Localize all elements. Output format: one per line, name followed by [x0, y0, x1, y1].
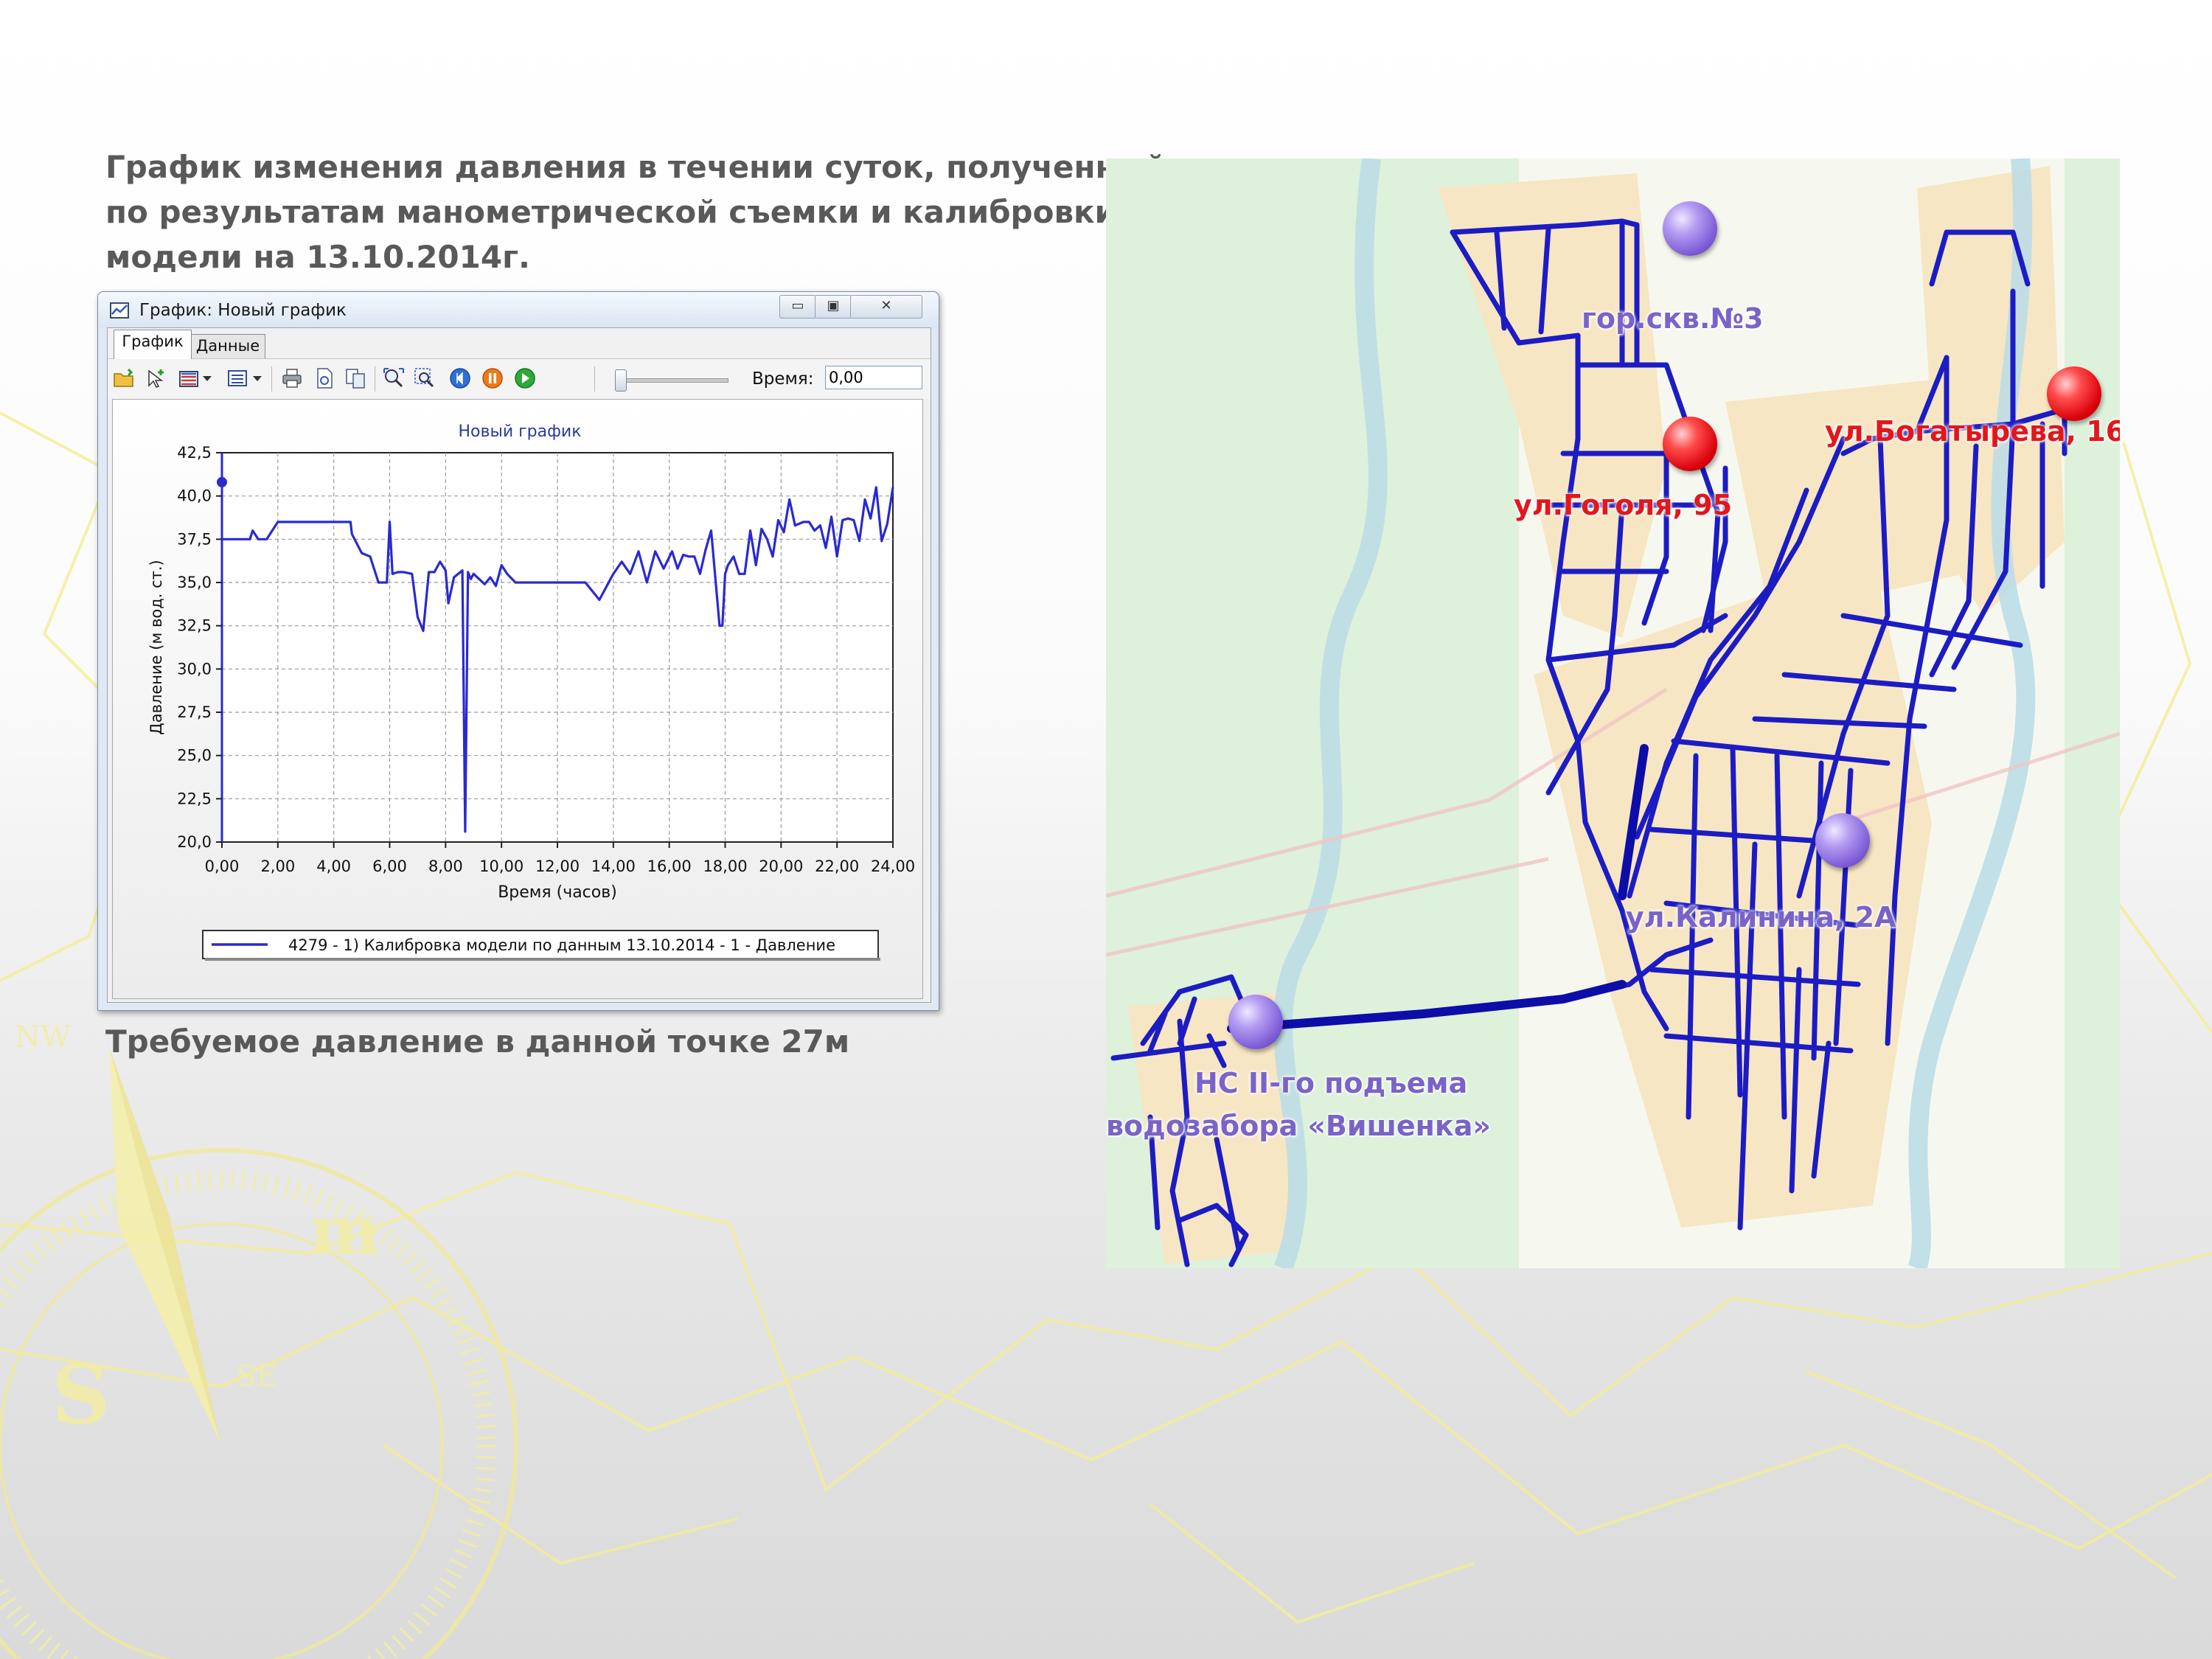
printer-icon[interactable]	[280, 366, 304, 390]
close-button[interactable]: ✕	[850, 295, 922, 319]
y-tick-label: 25,0	[177, 747, 212, 765]
y-tick-label: 32,5	[177, 617, 212, 635]
y-tick-label: 30,0	[177, 660, 212, 678]
svg-text:m: m	[310, 1192, 380, 1270]
page-setup-icon[interactable]	[313, 366, 336, 390]
chevron-down-icon[interactable]	[251, 366, 264, 390]
copy-icon[interactable]	[344, 366, 367, 390]
x-tick-label: 0,00	[205, 858, 240, 875]
x-tick-label: 24,00	[871, 858, 915, 875]
toolbar-separator	[594, 366, 595, 392]
required-pressure-note: Требуемое давление в данной точке 27м	[105, 1023, 850, 1060]
svg-text:SE: SE	[236, 1360, 278, 1394]
y-tick-label: 42,5	[177, 444, 212, 462]
add-pointer-icon[interactable]	[145, 366, 168, 390]
x-tick-label: 6,00	[372, 858, 407, 875]
legend: 4279 - 1) Калибровка модели по данным 13…	[202, 930, 880, 961]
pause-icon[interactable]	[481, 366, 504, 390]
zoom-fit-icon[interactable]	[382, 366, 406, 390]
map-label-ns-line2: водозабора «Вишенка»	[1106, 1110, 1491, 1142]
y-tick-label: 40,0	[177, 487, 212, 505]
map-marker-bogatyreva[interactable]	[2047, 366, 2101, 421]
time-label: Время:	[752, 369, 814, 389]
y-tick-label: 20,0	[177, 833, 212, 851]
series-start-marker	[217, 476, 227, 487]
map-label-gogolya: ул.Гоголя, 95	[1514, 489, 1733, 521]
tab-data[interactable]: Данные	[190, 334, 265, 358]
window-client-area: График Данные Время: 0,00 Новый график 2…	[107, 327, 931, 1003]
pressure-chart: Новый график 20,0 22,5 25,0 27,5 30,0 32,5 35,…	[147, 422, 915, 961]
map-label-gor-skv-3: гор.скв.№3	[1582, 302, 1764, 335]
legend-entry: 4279 - 1) Калибровка модели по данным 13…	[288, 936, 835, 954]
rewind-icon[interactable]	[448, 366, 472, 390]
heading-line: График изменения давления в течении суто…	[105, 149, 1166, 185]
x-tick-label: 18,00	[703, 858, 747, 875]
tab-graph[interactable]: График	[114, 330, 192, 359]
graph-window: График: Новый график ▭ ▣ ✕ График Данные	[97, 291, 939, 1011]
map-marker-gor-skv-3[interactable]	[1663, 201, 1717, 256]
window-title: График: Новый график	[139, 301, 347, 320]
chart-area: Новый график 20,0 22,5 25,0 27,5 30,0 32,5 35,…	[112, 399, 923, 999]
x-tick-label: 14,00	[591, 858, 636, 875]
tab-strip: График Данные	[108, 328, 931, 359]
heading-line: по результатам манометрической съемки и …	[105, 194, 1116, 230]
minimize-button[interactable]: ▭	[779, 295, 816, 319]
graph-app-icon	[110, 302, 129, 319]
y-tick-label: 37,5	[177, 530, 212, 548]
svg-text:S: S	[52, 1347, 110, 1442]
time-slider-thumb[interactable]	[615, 369, 627, 392]
map-label-bogatyreva: ул.Богатырева, 161А	[1825, 415, 2120, 448]
toolbar-separator	[271, 366, 272, 392]
y-tick-label: 27,5	[177, 703, 212, 721]
maximize-button[interactable]: ▣	[815, 295, 852, 319]
x-axis-label: Время (часов)	[498, 883, 617, 902]
map-label-ns-line1: НС II-го подъема	[1194, 1067, 1468, 1099]
y-axis-label: Давление (м вод. ст.)	[147, 560, 165, 734]
x-tick-label: 12,00	[535, 858, 580, 875]
y-tick-label: 22,5	[177, 790, 212, 807]
svg-text:NW: NW	[15, 1020, 71, 1054]
window-titlebar[interactable]: График: Новый график ▭ ▣ ✕	[98, 292, 939, 327]
x-tick-label: 22,00	[815, 858, 859, 875]
map-marker-ns-vishenka[interactable]	[1228, 995, 1283, 1049]
chevron-down-icon[interactable]	[201, 366, 214, 390]
x-tick-label: 4,00	[316, 858, 351, 875]
time-input[interactable]	[825, 366, 922, 389]
toolbar: Время:	[108, 358, 931, 399]
x-tick-label: 10,00	[479, 858, 524, 875]
heading-line: модели на 13.10.2014г.	[105, 239, 530, 275]
chart-title: Новый график	[458, 422, 581, 441]
play-icon[interactable]	[513, 366, 537, 390]
x-tick-label: 8,00	[428, 858, 463, 875]
list-view-icon[interactable]	[226, 366, 249, 390]
map-marker-gogolya[interactable]	[1663, 417, 1717, 471]
zoom-region-icon[interactable]	[413, 366, 437, 390]
compass-icon: S m NW SE	[0, 1020, 518, 1659]
slide-heading: График изменения давления в течении суто…	[105, 145, 1166, 279]
map-label-kalinina: ул.Калинина, 2А	[1626, 901, 1896, 933]
x-tick-label: 20,00	[759, 858, 803, 875]
map-marker-kalinina[interactable]	[1815, 813, 1870, 868]
x-tick-label: 16,00	[647, 858, 692, 875]
time-slider-track[interactable]	[624, 378, 728, 383]
y-tick-label: 35,0	[177, 574, 212, 591]
layers-icon[interactable]	[177, 366, 201, 390]
x-tick-label: 2,00	[260, 858, 295, 875]
open-folder-icon[interactable]	[112, 366, 136, 390]
city-water-network-map: гор.скв.№3 ул.Богатырева, 161А ул.Гоголя…	[1106, 159, 2120, 1268]
